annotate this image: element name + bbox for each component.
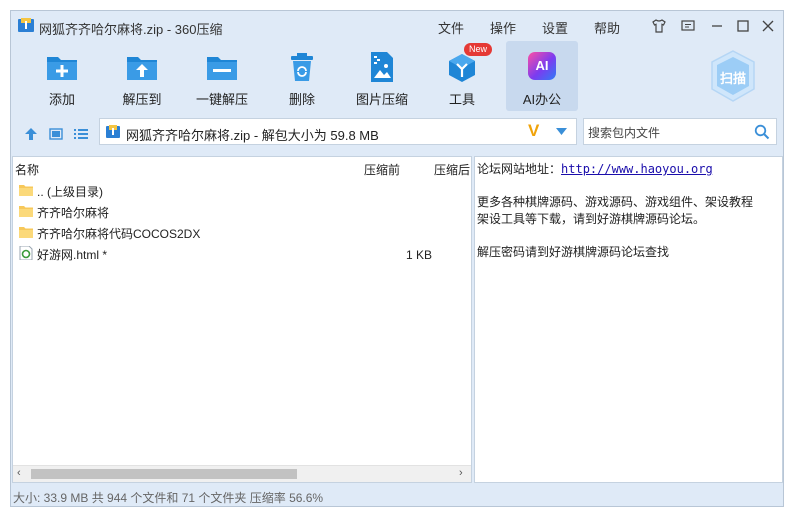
file-row[interactable]: 齐齐哈尔麻将 [17,201,467,222]
chevron-down-icon[interactable] [556,128,567,136]
scroll-right-icon[interactable]: › [459,467,463,479]
menu-file[interactable]: 文件 [438,18,464,37]
comment-line-2: 更多各种棋牌源码、游戏源码、游戏组件、架设教程 [477,195,754,209]
tools-button[interactable]: New 工具 [426,41,498,111]
scan-label: 扫描 [719,71,746,86]
skin-shirt-icon[interactable] [649,16,669,36]
column-size-before[interactable]: 压缩前 [364,161,400,178]
file-name: 好游网.html * [37,248,108,262]
one-click-extract-label: 一键解压 [195,92,248,107]
file-name: 齐齐哈尔麻将代码COCOS2DX [37,227,201,241]
add-button[interactable]: 添加 [26,41,98,111]
one-click-extract-button[interactable]: 一键解压 [186,41,258,111]
extract-to-label: 解压到 [122,92,162,107]
folder-icon [19,227,33,238]
column-name[interactable]: 名称 [15,161,39,178]
scroll-left-icon[interactable]: ‹ [17,467,21,479]
ai-office-button[interactable]: AI AI办公 [506,41,578,111]
delete-button[interactable]: 删除 [266,41,338,111]
search-box [583,118,777,146]
zip-archive-icon [106,125,120,138]
add-folder-icon [47,57,77,80]
status-text: 大小: 33.9 MB 共 944 个文件和 71 个文件夹 压缩率 56.6% [13,491,324,505]
ai-icon: AI [528,52,556,80]
thumbnail-view-icon[interactable] [48,126,64,142]
up-arrow-icon[interactable] [23,126,39,142]
folder-icon [19,206,33,217]
column-size-after[interactable]: 压缩后 [434,161,470,178]
file-row[interactable]: 齐齐哈尔麻将代码COCOS2DX [17,222,467,243]
extract-to-icon [127,57,157,80]
v-badge-icon[interactable]: V [528,121,539,141]
ai-office-label: AI办公 [522,92,562,107]
window-title: 网狐齐齐哈尔麻将.zip - 360压缩 [39,22,223,37]
file-list-pane: 名称 压缩前 压缩后 .. (上级目录) 齐齐哈尔麻将 齐齐哈尔麻将代码COCO… [12,156,472,483]
folder-icon [19,185,33,196]
recycle-bin-icon [291,53,313,81]
search-icon[interactable] [754,124,770,140]
comment-line-4: 解压密码请到好游棋牌源码论坛查找 [477,245,670,259]
image-compress-label: 图片压缩 [355,92,408,107]
feedback-message-icon[interactable] [678,16,698,36]
file-size: 1 KB [405,248,432,262]
file-name: .. (上级目录) [37,185,103,199]
scrollbar-thumb[interactable] [31,469,297,479]
horizontal-scrollbar[interactable]: ‹ › [13,465,471,482]
menu-settings[interactable]: 设置 [542,18,568,37]
new-badge: New [464,43,493,56]
address-field[interactable]: 网狐齐齐哈尔麻将.zip - 解包大小为 59.8 MB V [99,118,577,145]
address-bar-row: 网狐齐齐哈尔麻将.zip - 解包大小为 59.8 MB V [11,117,783,151]
list-view-icon[interactable] [73,126,89,142]
file-name: 齐齐哈尔麻将 [37,206,110,220]
comment-forum-prefix: 论坛网站地址： [477,162,562,176]
address-path: 网狐齐齐哈尔麻将.zip - 解包大小为 59.8 MB [126,128,379,143]
image-compress-icon [371,52,393,82]
scan-button[interactable]: 扫描 [709,49,757,103]
app-window: 网狐齐齐哈尔麻将.zip - 360压缩 文件 操作 设置 帮助 添加 解压到 … [10,10,784,507]
add-label: 添加 [48,92,75,107]
html-file-icon [19,246,33,260]
close-icon[interactable] [758,16,778,36]
status-bar: 大小: 33.9 MB 共 944 个文件和 71 个文件夹 压缩率 56.6% [11,485,783,507]
comment-line-1: 论坛网站地址：http://www.haoyou.org [477,160,713,177]
main-toolbar: 添加 解压到 一键解压 删除 图片压缩 New 工具 AI AI办公 扫描 [11,41,783,115]
one-click-extract-icon [207,57,237,80]
title-bar: 网狐齐齐哈尔麻将.zip - 360压缩 文件 操作 设置 帮助 [11,11,783,41]
tools-label: 工具 [448,92,475,107]
archive-comment-pane: 论坛网站地址：http://www.haoyou.org 更多各种棋牌源码、游戏… [474,156,783,483]
extract-to-button[interactable]: 解压到 [106,41,178,111]
forum-link[interactable]: http://www.haoyou.org [561,162,713,176]
menu-action[interactable]: 操作 [490,18,516,37]
comment-line-3: 架设工具等下载，请到好游棋牌源码论坛。 [477,212,706,226]
maximize-icon[interactable] [733,16,753,36]
image-compress-button[interactable]: 图片压缩 [346,41,418,111]
search-input[interactable] [584,119,750,146]
menu-help[interactable]: 帮助 [594,18,620,37]
minimize-icon[interactable] [707,16,727,36]
zip-app-icon [18,18,34,32]
file-row[interactable]: 好游网.html * 1 KB [17,243,467,264]
file-row-parent[interactable]: .. (上级目录) [17,180,467,201]
delete-label: 删除 [288,92,315,107]
